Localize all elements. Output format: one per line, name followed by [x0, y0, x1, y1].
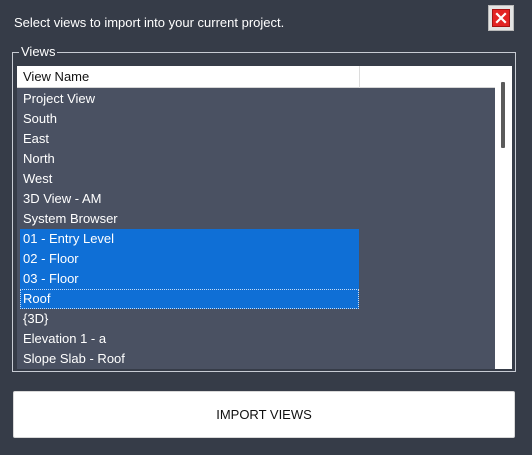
list-item[interactable]: Project View	[17, 89, 495, 109]
instruction-text: Select views to import into your current…	[14, 15, 285, 30]
list-item[interactable]: North	[17, 149, 495, 169]
selection-highlight	[20, 289, 359, 309]
list-item[interactable]: Slope Slab - Roof	[17, 349, 495, 369]
list-item[interactable]: 02 - Floor	[17, 249, 495, 269]
list-item[interactable]: Roof	[17, 289, 495, 309]
list-header: View Name	[17, 66, 495, 88]
list-item-label: North	[23, 151, 55, 166]
list-item-label: West	[23, 171, 53, 186]
list-item-label: Project View	[23, 91, 96, 106]
list-item-label: 3D View - AM	[23, 191, 102, 206]
views-listview[interactable]: View Name Project View South East North West…	[17, 66, 512, 369]
list-item-label: {3D}	[23, 311, 49, 326]
list-item-label: Roof	[23, 291, 51, 306]
column-header-view-name[interactable]: View Name	[23, 69, 89, 84]
close-button[interactable]	[488, 5, 514, 31]
list-item-label: South	[23, 111, 57, 126]
list-item[interactable]: South	[17, 109, 495, 129]
list-item[interactable]: 03 - Floor	[17, 269, 495, 289]
import-views-dialog: Select views to import into your current…	[0, 0, 532, 455]
views-rows: Project View South East North West 3D View - …	[17, 89, 495, 369]
list-item[interactable]: East	[17, 129, 495, 149]
list-item-label: 03 - Floor	[23, 271, 79, 286]
import-views-button[interactable]: IMPORT VIEWS	[13, 391, 515, 438]
list-item[interactable]: 3D View - AM	[17, 189, 495, 209]
list-item-label: System Browser	[23, 211, 118, 226]
close-icon	[492, 9, 510, 27]
list-item[interactable]: 01 - Entry Level	[17, 229, 495, 249]
vertical-scrollbar[interactable]	[495, 66, 512, 369]
list-item[interactable]: Elevation 1 - a	[17, 329, 495, 349]
list-item[interactable]: {3D}	[17, 309, 495, 329]
list-item-label: Elevation 1 - a	[23, 331, 107, 346]
list-item[interactable]: West	[17, 169, 495, 189]
list-item-label: 01 - Entry Level	[23, 231, 115, 246]
list-item-label: East	[23, 131, 50, 146]
scrollbar-thumb[interactable]	[501, 82, 505, 148]
views-group-legend: Views	[19, 44, 58, 59]
list-item-label: Slope Slab - Roof	[23, 351, 125, 366]
column-divider[interactable]	[359, 66, 360, 88]
list-item-label: 02 - Floor	[23, 251, 79, 266]
list-item[interactable]: System Browser	[17, 209, 495, 229]
